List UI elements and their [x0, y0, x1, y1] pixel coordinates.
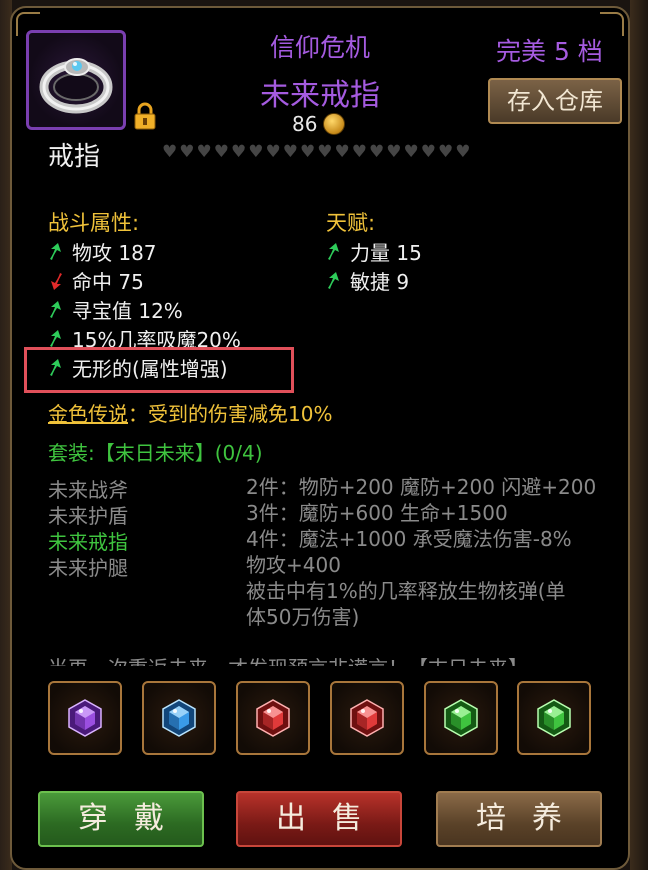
- heart-icon: ♥: [334, 142, 350, 162]
- heart-icon: ♥: [265, 142, 281, 162]
- legend-label[interactable]: 金色传说: [48, 398, 128, 427]
- heart-icon: ♥: [455, 142, 471, 162]
- stat-text: 寻宝值 12%: [72, 299, 183, 323]
- panel-corner: [600, 12, 624, 36]
- talent-title: 天赋:: [326, 211, 376, 235]
- set-bonuses: 2件：物防+200 魔防+200 闪避+200 3件：魔防+600 生命+1500…: [246, 474, 596, 630]
- item-name: 未来戒指: [260, 78, 380, 113]
- stat-text: 命中 75: [72, 270, 144, 294]
- stat-text: 物攻 187: [72, 241, 157, 265]
- heart-icon: ♥: [351, 142, 367, 162]
- ring-icon: [39, 58, 113, 114]
- highlight-box: [24, 347, 294, 393]
- set-bonus-line: 3件：魔防+600 生命+1500: [246, 501, 508, 525]
- arrow-up-icon: [48, 242, 64, 262]
- heart-icon: ♥: [248, 142, 264, 162]
- gem-slot[interactable]: [236, 681, 310, 755]
- set-bonus-line: 物攻+400: [246, 553, 341, 577]
- heart-icon: ♥: [369, 142, 385, 162]
- heart-icon: ♥: [196, 142, 212, 162]
- item-level: 86: [292, 112, 346, 136]
- store-to-warehouse-button[interactable]: 存入仓库: [488, 78, 622, 124]
- gem-slot[interactable]: [424, 681, 498, 755]
- combat-stat-row: 命中 75: [48, 266, 241, 295]
- wear-button[interactable]: 穿戴: [38, 791, 204, 847]
- sell-button[interactable]: 出售: [236, 791, 402, 847]
- set-name: 信仰危机: [269, 33, 370, 62]
- arrow-up-icon: [48, 329, 64, 349]
- heart-icon: ♥: [300, 142, 316, 162]
- background-right: [630, 0, 648, 870]
- heart-icon: ♥: [162, 142, 178, 162]
- heart-icon: ♥: [282, 142, 298, 162]
- gem-icon: [350, 699, 384, 737]
- heart-icon: ♥: [438, 142, 454, 162]
- combat-stat-row: 物攻 187: [48, 237, 241, 266]
- set-piece: 未来战斧: [48, 478, 128, 502]
- gem-icon: [68, 699, 102, 737]
- heart-icon: ♥: [213, 142, 229, 162]
- gem-icon: [537, 699, 571, 737]
- set-piece: 未来戒指: [48, 530, 128, 554]
- lock-icon[interactable]: [132, 102, 158, 130]
- gem-icon: [444, 699, 478, 737]
- gem-slot[interactable]: [517, 681, 591, 755]
- heart-icon: ♥: [403, 142, 419, 162]
- heart-icon: ♥: [317, 142, 333, 162]
- item-icon-frame[interactable]: [26, 30, 126, 130]
- set-title: 套装:【末日未来】(0/4): [48, 441, 263, 465]
- legend-effect: 金色传说 ：受到的伤害减免10%: [48, 398, 332, 427]
- gem-slot[interactable]: [48, 681, 122, 755]
- heart-icon: ♥: [420, 142, 436, 162]
- quality-grade: 完美 5 档: [496, 37, 603, 66]
- combat-stat-row: 寻宝值 12%: [48, 295, 241, 324]
- arrow-down-icon: [48, 271, 64, 291]
- arrow-up-icon: [326, 271, 342, 291]
- stat-text: 力量 15: [350, 241, 422, 265]
- heart-icon: ♥: [179, 142, 195, 162]
- gem-slot[interactable]: [330, 681, 404, 755]
- set-pieces: 未来战斧 未来护盾 未来戒指 未来护腿: [48, 474, 128, 580]
- coin-icon: [323, 113, 346, 135]
- combat-stats-title: 战斗属性:: [48, 211, 140, 235]
- train-button[interactable]: 培养: [436, 791, 602, 847]
- set-lore: 当再一次重返未来，才发现预言非谎言！【末日未来】: [48, 652, 608, 666]
- arrow-up-icon: [326, 242, 342, 262]
- gem-slot[interactable]: [142, 681, 216, 755]
- set-piece: 未来护盾: [48, 504, 128, 528]
- set-piece: 未来护腿: [48, 556, 128, 580]
- gem-icon: [256, 699, 290, 737]
- gem-icon: [162, 699, 196, 737]
- stat-text: 敏捷 9: [350, 270, 410, 294]
- heart-icon: ♥: [386, 142, 402, 162]
- item-type: 戒指: [48, 142, 101, 172]
- arrow-up-icon: [48, 300, 64, 320]
- set-bonus-line: 体50万伤害): [246, 605, 360, 629]
- set-bonus-line: 2件：物防+200 魔防+200 闪避+200: [246, 475, 597, 499]
- set-bonus-line: 4件：魔法+1000 承受魔法伤害-8%: [246, 527, 572, 551]
- heart-rating: ♥ ♥ ♥ ♥ ♥ ♥ ♥ ♥ ♥ ♥ ♥ ♥ ♥ ♥ ♥ ♥ ♥ ♥: [162, 142, 471, 162]
- talent-stat-row: 敏捷 9: [326, 266, 422, 295]
- set-bonus-line: 被击中有1%的几率释放生物核弹(单: [246, 579, 566, 603]
- talent-stats: 天赋: 力量 15 敏捷 9: [326, 207, 422, 295]
- legend-text: ：受到的伤害减免10%: [128, 402, 333, 426]
- talent-stat-row: 力量 15: [326, 237, 422, 266]
- heart-icon: ♥: [231, 142, 247, 162]
- level-value: 86: [292, 112, 318, 136]
